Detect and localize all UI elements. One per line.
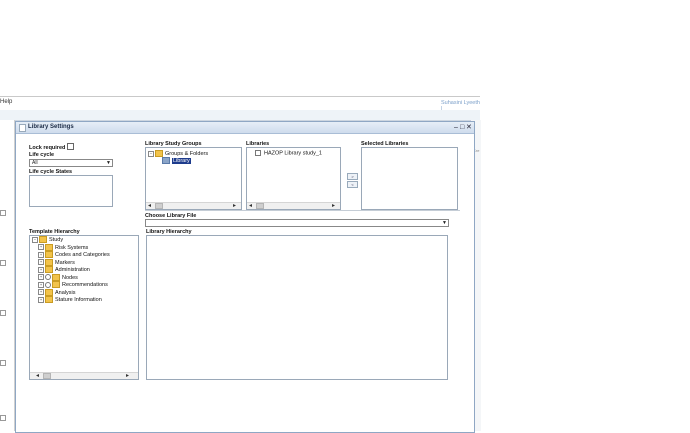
tree-node-risk-systems[interactable]: + Risk Systems <box>38 243 88 251</box>
tree-node-administration[interactable]: + Administration <box>38 266 90 273</box>
library-item[interactable]: HAZOP Library study_1 <box>255 150 322 156</box>
tree-node-study[interactable]: − Study <box>32 236 63 243</box>
tree-node-nodes[interactable]: + Nodes <box>38 273 78 281</box>
dialog-titlebar[interactable]: Library Settings – □ ✕ <box>16 122 474 134</box>
folder-icon <box>45 258 53 266</box>
tree-node-recommendations[interactable]: + Recommendations <box>38 281 108 288</box>
horizontal-scrollbar[interactable]: ◂ ▸ <box>247 202 340 209</box>
chevron-down-icon: ▼ <box>106 160 111 166</box>
tree-node-library[interactable]: Library <box>162 157 191 164</box>
library-icon <box>162 157 170 164</box>
folder-icon <box>45 288 53 296</box>
scroll-right-icon[interactable]: ▸ <box>332 202 335 209</box>
library-hierarchy-panel[interactable] <box>146 235 448 380</box>
expand-icon[interactable]: + <box>38 244 44 250</box>
scroll-thumb[interactable] <box>256 203 264 209</box>
expand-icon[interactable]: + <box>38 289 44 295</box>
row-checkbox[interactable] <box>0 360 6 366</box>
restore-button[interactable]: □ <box>460 123 464 132</box>
expand-icon[interactable]: + <box>38 274 44 280</box>
close-button[interactable]: ✕ <box>466 123 472 132</box>
folder-icon <box>39 236 47 243</box>
libraries-list[interactable]: HAZOP Library study_1 ◂ ▸ <box>246 147 341 210</box>
menu-bar: Help Suhasini Lyeeth | <box>0 96 480 112</box>
lock-required-checkbox[interactable] <box>67 143 74 150</box>
scroll-right-icon[interactable]: ▸ <box>126 372 129 379</box>
move-right-button[interactable]: > <box>347 173 358 180</box>
row-checkbox[interactable] <box>0 415 6 421</box>
folder-icon <box>52 281 60 288</box>
scroll-left-icon[interactable]: ◂ <box>36 372 39 379</box>
window-icon <box>19 124 26 132</box>
folder-icon <box>155 150 163 157</box>
row-checkbox[interactable] <box>0 210 6 216</box>
radio-button[interactable] <box>45 274 51 280</box>
horizontal-scrollbar[interactable]: ◂ ▸ <box>30 372 138 379</box>
life-cycle-states-list[interactable] <box>29 175 113 207</box>
tree-node-stature-information[interactable]: + Stature Information <box>38 296 102 303</box>
scroll-right-icon[interactable]: ▸ <box>233 202 236 209</box>
choose-library-file-select[interactable]: ▼ <box>145 219 449 227</box>
life-cycle-label: Life cycle <box>29 152 55 158</box>
expand-icon[interactable]: + <box>38 266 44 273</box>
expand-icon[interactable]: + <box>38 296 44 303</box>
minimize-button[interactable]: – <box>454 123 458 132</box>
life-cycle-select[interactable]: All ▼ <box>29 159 113 167</box>
library-settings-dialog: Library Settings – □ ✕ Lock required Lif… <box>15 121 475 433</box>
folder-icon <box>45 296 53 303</box>
tree-node-analysis[interactable]: + Analysis <box>38 288 75 296</box>
chevron-down-icon: ▼ <box>442 220 447 226</box>
tree-node-codes-categories[interactable]: + Codes and Categories <box>38 251 110 258</box>
toolbar-strip <box>0 110 480 121</box>
template-hierarchy-tree[interactable]: − Study + Risk Systems + Codes and Categori… <box>29 235 139 380</box>
selected-libraries-list[interactable] <box>361 147 458 210</box>
library-item-checkbox[interactable] <box>255 150 261 156</box>
expand-icon[interactable]: + <box>38 251 44 258</box>
library-study-groups-tree[interactable]: − Groups & Folders Library ◂ ▸ <box>145 147 242 210</box>
scroll-thumb[interactable] <box>43 373 51 379</box>
divider <box>145 210 460 211</box>
folder-icon <box>45 243 53 251</box>
row-checkbox[interactable] <box>0 310 6 316</box>
expand-icon[interactable]: + <box>38 259 44 265</box>
folder-icon <box>52 273 60 281</box>
folder-icon <box>45 251 53 258</box>
dialog-title: Library Settings <box>28 124 74 130</box>
lock-required-label: Lock required <box>29 145 66 151</box>
tree-node-groups-folders[interactable]: − Groups & Folders <box>148 150 208 157</box>
horizontal-scrollbar[interactable]: ◂ ▸ <box>146 202 241 209</box>
scroll-thumb[interactable] <box>155 203 163 209</box>
help-menu[interactable]: Help <box>0 99 12 105</box>
move-left-button[interactable]: < <box>347 181 358 188</box>
collapse-icon[interactable]: − <box>148 150 154 157</box>
folder-icon <box>45 266 53 273</box>
scroll-left-icon[interactable]: ◂ <box>249 202 252 209</box>
life-cycle-value: All <box>32 160 38 166</box>
row-checkbox[interactable] <box>0 260 6 266</box>
background-grid-left <box>0 120 15 431</box>
radio-button[interactable] <box>45 281 51 288</box>
tree-node-markers[interactable]: + Markers <box>38 258 75 266</box>
expand-icon[interactable]: + <box>38 281 44 288</box>
scroll-left-icon[interactable]: ◂ <box>148 202 151 209</box>
collapse-icon[interactable]: − <box>32 236 38 243</box>
